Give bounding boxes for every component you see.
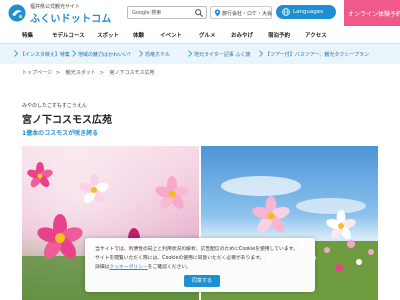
site-header: 福井県公式観光サイト ふくいドットコム Google 検索 旅行会社・ロケ・大会… xyxy=(0,0,400,26)
ticker-item-writer[interactable]: 地元ライター記事 ふく旅 xyxy=(194,51,250,58)
breadcrumb: トップページ > 観光スポット > 宮ノ下コスモス広苑 xyxy=(22,69,159,76)
feature-ticker: 【インスタ映え】特集 地域の魅力はかわいい？ 恐竜ホテル 地元ライター記事 ふく… xyxy=(0,44,400,64)
online-reservation-label: オンライン体験予約 xyxy=(348,11,400,18)
logo-subtitle: 福井県公式観光サイト xyxy=(30,4,81,10)
spot-kana: みやのしたこすもすこうえん xyxy=(22,103,87,109)
cookie-text-prefix: 詳細は xyxy=(95,265,110,270)
nav-item-events[interactable]: イベント xyxy=(160,31,182,39)
nav-item-souvenirs[interactable]: おみやげ xyxy=(231,31,253,39)
breadcrumb-separator: > xyxy=(55,70,61,76)
cookie-policy-link[interactable]: クッキーポリシー xyxy=(109,265,147,270)
nav-item-access[interactable]: アクセス xyxy=(305,31,327,39)
online-reservation-button[interactable]: オンライン体験予約 xyxy=(344,0,400,26)
breadcrumb-current: 宮ノ下コスモス広苑 xyxy=(109,70,155,76)
nav-item-features[interactable]: 特集 xyxy=(22,31,33,39)
search-box[interactable]: Google 検索 xyxy=(127,6,207,19)
cookie-text-line-3: 詳細はクッキーポリシーをご確認ください。 xyxy=(95,263,191,270)
cookie-text-line-2: サイトを閲覧いただく際には、Cookieの使用に同意いただく必要があります。 xyxy=(95,256,265,261)
languages-label: Languages xyxy=(293,9,324,15)
ticker-item-dinosaur-hotel[interactable]: 恐竜ホテル xyxy=(145,51,170,58)
chevron-right-icon xyxy=(188,50,192,57)
fukui-logo-icon xyxy=(8,4,26,22)
page-title: 宮ノ下コスモス広苑 xyxy=(22,115,112,126)
globe-icon xyxy=(282,8,290,16)
page-subtitle: 1億本のコスモスが咲き誇る xyxy=(22,130,99,137)
ticker-item-bus-tour[interactable]: 【ツアー付】バスツアー、観光タクシープラン xyxy=(265,51,369,58)
ticker-item-charm[interactable]: 地域の魅力はかわいい？ xyxy=(78,51,133,58)
breadcrumb-home[interactable]: トップページ xyxy=(22,70,52,76)
travel-agency-label: 旅行会社・ロケ・大会 xyxy=(222,11,273,17)
cookie-text-line-1: 当サイトでは、利便性の向上と利用状況の解析、広告配信のためにCookieを使用し… xyxy=(95,247,298,252)
nav-item-spots[interactable]: スポット xyxy=(97,31,119,39)
chevron-right-icon xyxy=(139,50,143,57)
chevron-right-icon xyxy=(14,50,18,57)
travel-agency-link[interactable]: 旅行会社・ロケ・大会 xyxy=(210,6,272,19)
cookie-text-suffix: をご確認ください。 xyxy=(147,265,191,270)
nav-item-experience[interactable]: 体験 xyxy=(133,31,144,39)
breadcrumb-spots[interactable]: 観光スポット xyxy=(66,70,96,76)
logo-title: ふくいドットコム xyxy=(30,14,112,25)
ticker-item-instagram[interactable]: 【インスタ映え】特集 xyxy=(20,51,70,58)
chevron-right-icon xyxy=(259,50,263,57)
languages-button[interactable]: Languages xyxy=(276,5,336,19)
map-pin-icon xyxy=(214,9,221,17)
search-input[interactable]: Google 検索 xyxy=(132,9,161,16)
search-icon[interactable] xyxy=(194,8,204,18)
chevron-right-icon xyxy=(72,50,76,57)
main-nav: 特集 モデルコース スポット 体験 イベント グルメ おみやげ 宿泊予約 アクセ… xyxy=(0,26,400,44)
breadcrumb-separator: > xyxy=(99,70,104,76)
nav-item-model-course[interactable]: モデルコース xyxy=(52,31,85,39)
cookie-consent-banner: 当サイトでは、利便性の向上と利用状況の解析、広告配信のためにCookieを使用し… xyxy=(85,238,315,292)
cookie-agree-button[interactable]: 同意する xyxy=(184,275,220,287)
site-logo[interactable]: 福井県公式観光サイト ふくいドットコム xyxy=(8,3,111,25)
nav-item-gourmet[interactable]: グルメ xyxy=(199,31,216,39)
nav-item-lodging[interactable]: 宿泊予約 xyxy=(268,31,290,39)
